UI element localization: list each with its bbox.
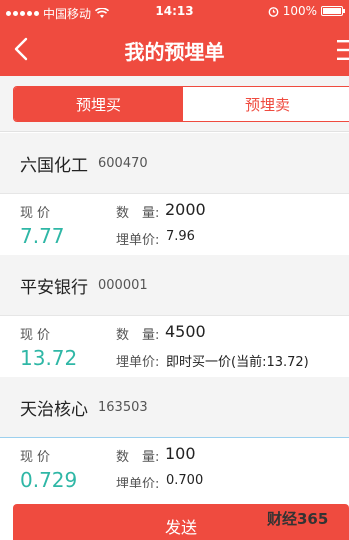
stock-code: 600470 (98, 155, 148, 171)
quantity-label: 数 量: (116, 328, 160, 343)
current-price-value: 7.77 (20, 224, 65, 248)
stock-header[interactable]: 平安银行 000001 (0, 255, 349, 315)
quantity-value: 4500 (165, 322, 206, 341)
stock-header[interactable]: 天治核心 163503 (0, 377, 349, 437)
stock-detail[interactable]: 现价 13.72 数 量: 4500 埋单价: 即时买一价(当前:13.72) (0, 315, 349, 377)
stock-detail[interactable]: 现价 7.77 数 量: 2000 埋单价: 7.96 (0, 193, 349, 255)
stock-name: 平安银行 (20, 277, 88, 298)
stock-header[interactable]: 六国化工 600470 (0, 133, 349, 193)
tab-bar-container: 预埋买 预埋卖 (0, 76, 349, 132)
tab-buy[interactable]: 预埋买 (14, 87, 183, 121)
current-price-value: 13.72 (20, 346, 78, 370)
order-price-value: 0.700 (166, 473, 204, 488)
current-price-label: 现价 (20, 206, 55, 221)
segmented-control: 预埋买 预埋卖 (13, 86, 349, 122)
watermark-text: 财经365 (267, 510, 328, 528)
order-price-label: 埋单价: (116, 233, 160, 248)
order-price-label: 埋单价: (116, 355, 160, 370)
stock-name: 六国化工 (20, 155, 88, 176)
stock-code: 163503 (98, 399, 148, 415)
order-price-value: 7.96 (166, 229, 195, 244)
quantity-value: 2000 (165, 200, 206, 219)
alarm-icon (268, 6, 279, 17)
nav-bar: 我的预埋单 (0, 24, 349, 76)
battery-percent: 100% (282, 4, 317, 18)
quantity-value: 100 (165, 444, 196, 463)
watermark-logo: 财经365 (267, 510, 328, 528)
stock-name: 天治核心 (20, 399, 88, 420)
order-price-value: 即时买一价(当前:13.72) (166, 355, 309, 370)
menu-icon[interactable] (337, 38, 349, 62)
quantity-label: 数 量: (116, 450, 160, 465)
battery-icon (321, 6, 345, 16)
status-bar: 中国移动 14:13 100% (0, 0, 349, 24)
tab-sell[interactable]: 预埋卖 (183, 87, 349, 121)
stock-code: 000001 (98, 277, 148, 293)
quantity-label: 数 量: (116, 206, 160, 221)
current-price-label: 现价 (20, 328, 55, 343)
current-price-label: 现价 (20, 450, 55, 465)
status-right: 100% (268, 4, 345, 18)
page-title: 我的预埋单 (124, 40, 225, 64)
order-list: 六国化工 600470 现价 7.77 数 量: 2000 埋单价: 7.96 … (0, 133, 349, 499)
